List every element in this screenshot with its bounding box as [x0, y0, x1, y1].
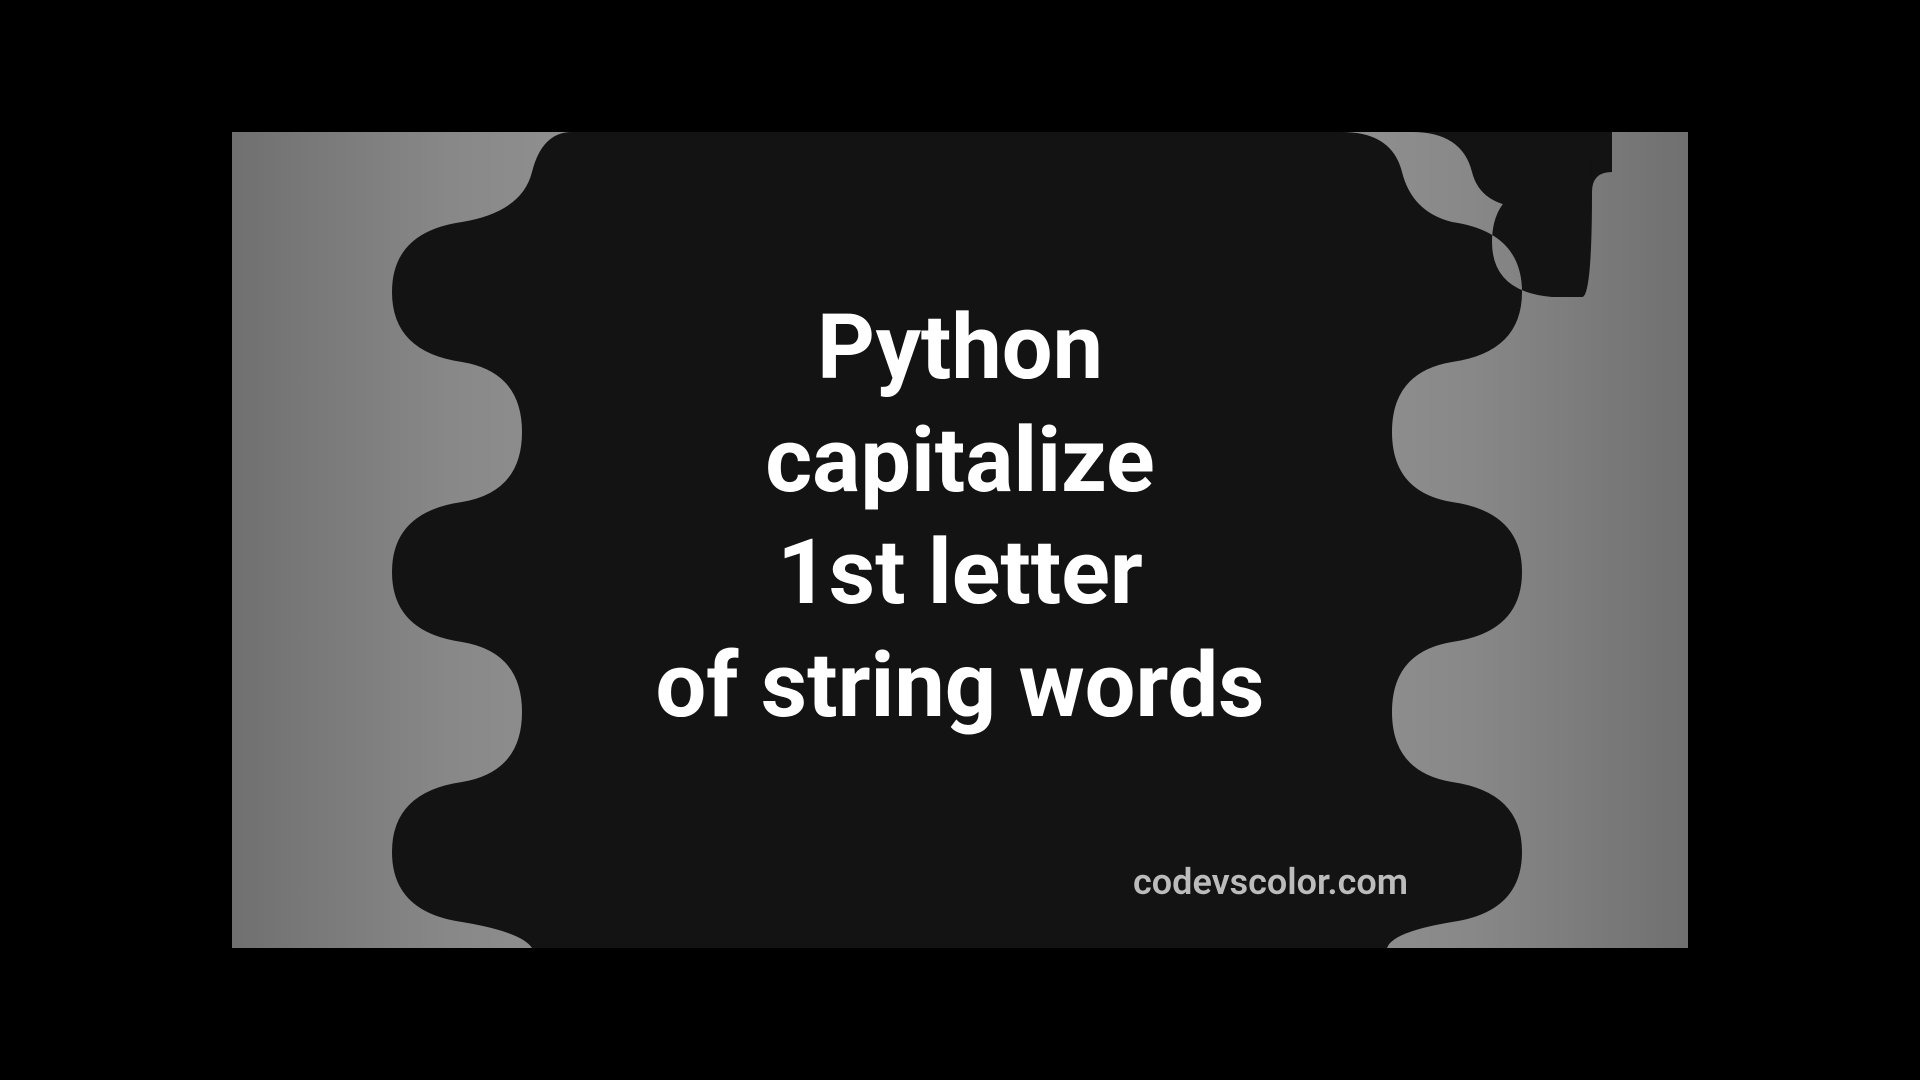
hero-banner: Python capitalize 1st letter of string w… [232, 132, 1688, 948]
watermark-text: codevscolor.com [1133, 861, 1408, 903]
banner-title: Python capitalize 1st letter of string w… [232, 292, 1688, 742]
